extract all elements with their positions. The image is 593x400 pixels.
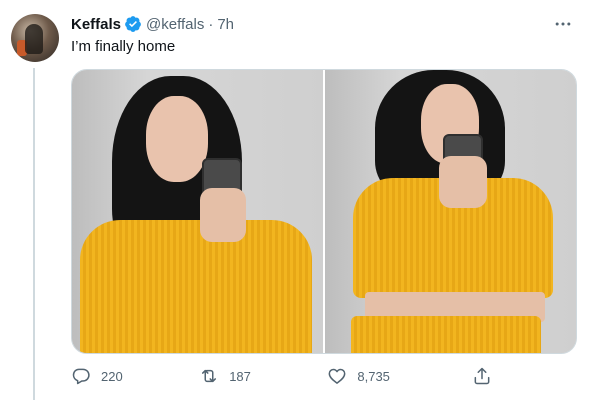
share-button[interactable] — [472, 364, 511, 388]
action-bar: 220 187 8,735 — [71, 364, 511, 388]
handle[interactable]: @keffals — [146, 16, 204, 33]
retweet-count: 187 — [229, 368, 251, 384]
share-icon — [472, 366, 492, 386]
heart-icon — [327, 366, 347, 386]
retweet-icon — [199, 366, 219, 386]
separator-dot: · — [208, 15, 214, 33]
timestamp[interactable]: 7h — [217, 16, 234, 33]
display-name[interactable]: Keffals — [71, 16, 121, 33]
photo-top — [80, 220, 312, 353]
more-horizontal-icon[interactable] — [551, 12, 575, 36]
tweet-header: Keffals @keffals · 7h — [71, 12, 579, 36]
verified-badge-icon — [124, 15, 142, 33]
photo-right[interactable] — [325, 70, 576, 353]
retweet-button[interactable]: 187 — [199, 364, 327, 388]
avatar[interactable] — [11, 14, 59, 62]
like-button[interactable]: 8,735 — [327, 364, 455, 388]
reply-icon — [71, 366, 91, 386]
reply-count: 220 — [101, 368, 123, 384]
media-grid — [71, 69, 577, 354]
photo-hand — [200, 188, 246, 242]
reply-button[interactable]: 220 — [71, 364, 199, 388]
photo-face — [146, 96, 208, 182]
tweet-text: I’m finally home — [71, 38, 176, 55]
thread-line — [33, 68, 35, 400]
photo-hand — [439, 156, 487, 208]
photo-left[interactable] — [72, 70, 323, 353]
photo-pants — [351, 316, 541, 353]
like-count: 8,735 — [357, 368, 390, 384]
